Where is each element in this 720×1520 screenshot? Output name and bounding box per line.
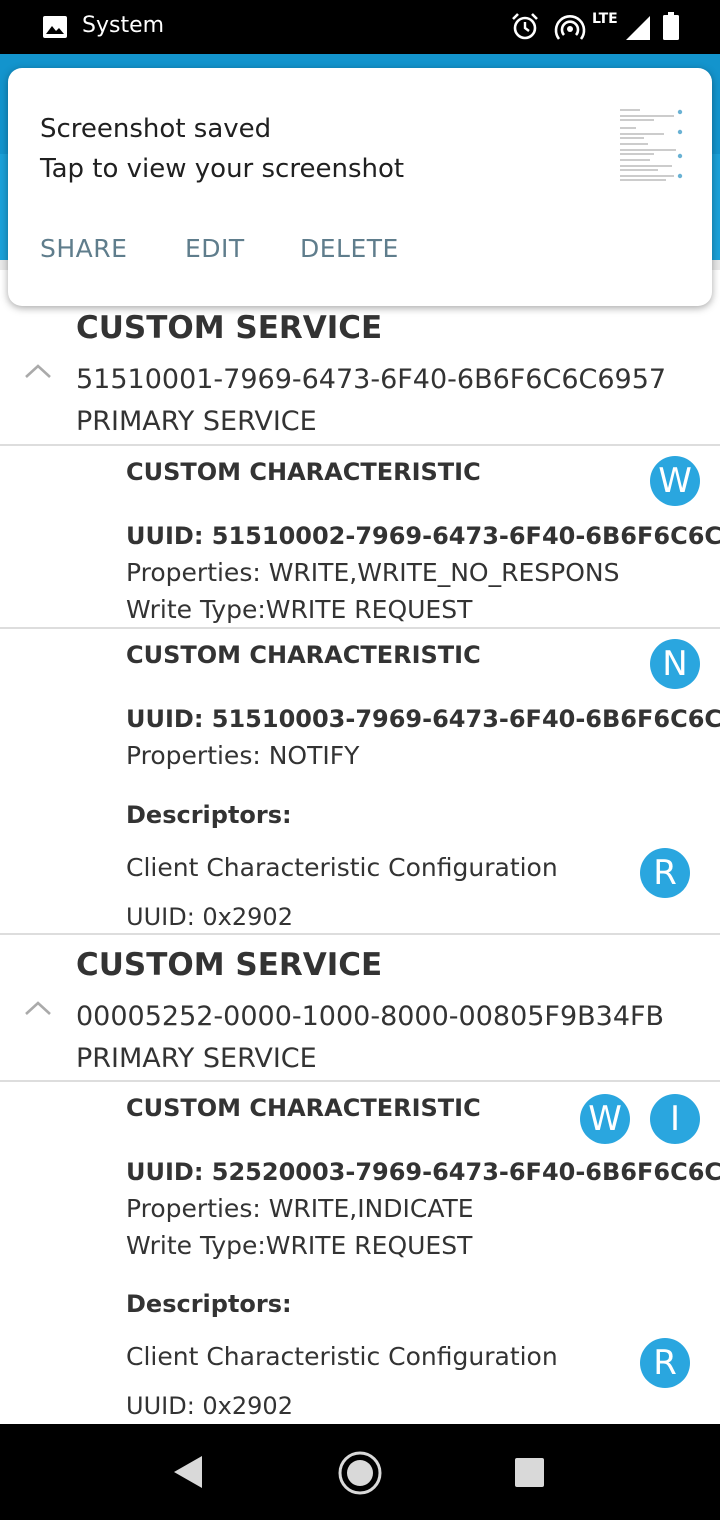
characteristic-properties: Properties: WRITE,INDICATE: [126, 1194, 474, 1223]
characteristic-item[interactable]: CUSTOM CHARACTERISTIC W I UUID: 52520003…: [0, 1082, 720, 1424]
characteristic-uuid: UUID: 52520003-7969-6473-6F40-6B6F6C6C69…: [126, 1158, 720, 1186]
status-app-label: System: [82, 13, 165, 38]
recents-icon[interactable]: [514, 1457, 545, 1488]
write-button[interactable]: W: [650, 456, 700, 506]
write-button[interactable]: W: [580, 1094, 630, 1144]
service-name: CUSTOM SERVICE: [76, 310, 383, 346]
notification-text: Tap to view your screenshot: [40, 154, 405, 184]
image-icon: [43, 16, 67, 38]
descriptors-heading: Descriptors:: [126, 1290, 292, 1318]
descriptors-heading: Descriptors:: [126, 801, 292, 829]
back-icon[interactable]: [172, 1454, 204, 1490]
characteristic-name: CUSTOM CHARACTERISTIC: [126, 458, 481, 486]
characteristic-item[interactable]: CUSTOM CHARACTERISTIC N UUID: 51510003-7…: [0, 629, 720, 934]
notify-button[interactable]: N: [650, 639, 700, 689]
signal-icon: [626, 16, 650, 40]
read-button[interactable]: R: [640, 1338, 690, 1388]
characteristic-name: CUSTOM CHARACTERISTIC: [126, 1094, 481, 1122]
characteristic-name: CUSTOM CHARACTERISTIC: [126, 641, 481, 669]
service-uuid: 00005252-0000-1000-8000-00805F9B34FB: [76, 1001, 665, 1032]
edit-button[interactable]: EDIT: [185, 234, 245, 263]
network-type-label: LTE: [592, 11, 618, 27]
descriptor-uuid: UUID: 0x2902: [126, 1392, 293, 1420]
screenshot-notification[interactable]: Screenshot saved Tap to view your screen…: [8, 68, 712, 306]
status-bar: System LTE: [0, 0, 720, 54]
service-header[interactable]: CUSTOM SERVICE 00005252-0000-1000-8000-0…: [0, 935, 720, 1081]
chevron-up-icon[interactable]: [24, 999, 52, 1017]
characteristic-uuid: UUID: 51510003-7969-6473-6F40-6B6F6C6C69…: [126, 705, 720, 733]
services-list[interactable]: CUSTOM SERVICE 51510001-7969-6473-6F40-6…: [0, 306, 720, 1424]
battery-icon: [663, 12, 679, 40]
navigation-bar: [0, 1424, 720, 1520]
service-name: CUSTOM SERVICE: [76, 947, 383, 983]
characteristic-write-type: Write Type:WRITE REQUEST: [126, 1231, 473, 1260]
service-header[interactable]: CUSTOM SERVICE 51510001-7969-6473-6F40-6…: [0, 306, 720, 446]
characteristic-uuid: UUID: 51510002-7969-6473-6F40-6B6F6C6C69…: [126, 522, 720, 550]
descriptor-name: Client Characteristic Configuration: [126, 1342, 558, 1371]
descriptor-name: Client Characteristic Configuration: [126, 853, 558, 882]
hotspot-icon: [554, 15, 586, 40]
chevron-up-icon[interactable]: [24, 362, 52, 380]
share-button[interactable]: SHARE: [40, 234, 127, 263]
home-icon[interactable]: [337, 1450, 383, 1496]
indicate-button[interactable]: I: [650, 1094, 700, 1144]
service-uuid: 51510001-7969-6473-6F40-6B6F6C6C6957: [76, 364, 667, 395]
delete-button[interactable]: DELETE: [300, 234, 399, 263]
screenshot-thumbnail[interactable]: [614, 104, 684, 184]
descriptor-uuid: UUID: 0x2902: [126, 903, 293, 931]
read-button[interactable]: R: [640, 848, 690, 898]
service-type: PRIMARY SERVICE: [76, 1043, 317, 1074]
service-type: PRIMARY SERVICE: [76, 406, 317, 437]
alarm-icon: [512, 13, 538, 40]
characteristic-item[interactable]: CUSTOM CHARACTERISTIC W UUID: 51510002-7…: [0, 446, 720, 626]
characteristic-write-type: Write Type:WRITE REQUEST: [126, 595, 473, 624]
notification-title: Screenshot saved: [40, 114, 272, 144]
characteristic-properties: Properties: WRITE,WRITE_NO_RESPONS: [126, 558, 620, 587]
characteristic-properties: Properties: NOTIFY: [126, 741, 360, 770]
